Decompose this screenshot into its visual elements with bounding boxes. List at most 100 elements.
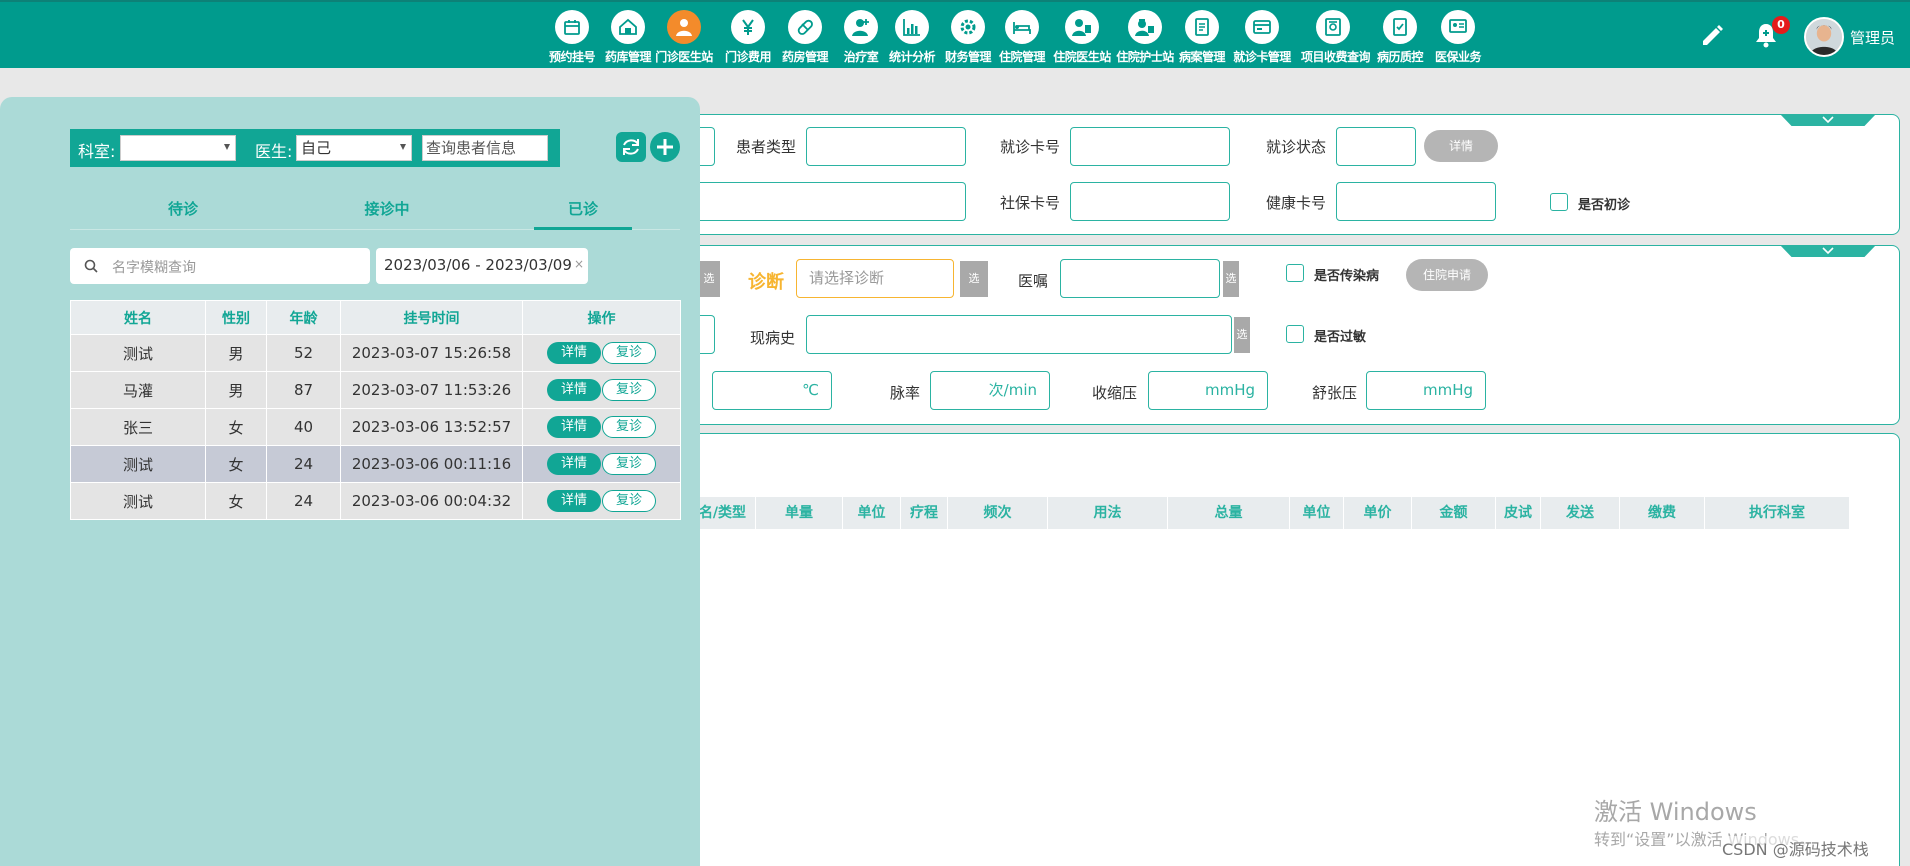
nav-item-13[interactable]: 项目收费查询 xyxy=(1301,8,1371,68)
row-actions: 详情 复诊 xyxy=(547,490,656,512)
table-row[interactable]: 张三女 40 2023-03-06 13:52:57 详情 复诊 xyxy=(70,408,681,446)
rx-column-header: 单价 xyxy=(1344,497,1412,529)
infectious-checkbox[interactable] xyxy=(1286,264,1304,282)
rx-column-header: 皮试 xyxy=(1496,497,1541,529)
avatar[interactable] xyxy=(1804,17,1844,57)
dept-select[interactable] xyxy=(120,135,236,161)
nav-item-12[interactable]: 就诊卡管理 xyxy=(1230,8,1294,68)
patient-age-cell: 52 xyxy=(266,334,341,372)
diagnosis-collapse-tab[interactable] xyxy=(1780,245,1876,257)
patient-query-input[interactable]: 查询患者信息 xyxy=(422,135,548,161)
systolic-input[interactable]: mmHg xyxy=(1148,371,1268,410)
refresh-button[interactable] xyxy=(616,132,646,162)
pulse-input[interactable]: 次/min xyxy=(930,371,1050,410)
patient-info-collapse-tab[interactable] xyxy=(1780,114,1876,126)
diagnosis-select-button[interactable]: 选 xyxy=(960,261,988,297)
patient-type-label: 患者类型 xyxy=(736,138,797,156)
nav-item-0[interactable]: 预约挂号 xyxy=(540,8,604,68)
nav-item-2[interactable]: 门诊医生站 xyxy=(652,8,716,68)
present-history-input[interactable] xyxy=(806,315,1232,354)
nav-item-10[interactable]: 住院护士站 xyxy=(1113,8,1177,68)
tab-2[interactable]: 已诊 xyxy=(534,192,632,230)
patient-age-cell: 40 xyxy=(266,408,341,446)
revisit-button[interactable]: 复诊 xyxy=(602,379,656,401)
table-row[interactable]: 测试男 52 2023-03-07 15:26:58 详情 复诊 xyxy=(70,334,681,372)
detail-button[interactable]: 详情 xyxy=(547,453,601,475)
nav-item-6[interactable]: 统计分析 xyxy=(880,8,944,68)
doctor-select-value: 自己 xyxy=(301,139,332,157)
diastolic-label: 舒张压 xyxy=(1312,384,1358,402)
allergy-checkbox[interactable] xyxy=(1286,325,1304,343)
order-input[interactable] xyxy=(1060,259,1220,298)
patient-table-header: 姓名 xyxy=(70,300,206,335)
pencil-icon[interactable] xyxy=(1700,24,1724,48)
top-nav-bar: 预约挂号 药库管理 门诊医生站 门诊费用 药房管理 治疗室 统计分析 财务管理 住院管理 住院医生… xyxy=(0,0,1910,68)
doctor-label: 医生: xyxy=(255,142,293,161)
nav-item-4[interactable]: 药房管理 xyxy=(773,8,837,68)
row-actions: 详情 复诊 xyxy=(547,342,656,364)
patient-actions-cell: 详情 复诊 xyxy=(522,371,681,409)
insurance-icon xyxy=(1441,10,1475,44)
prescription-table-header: 名/类型 单量 单位 疗程 频次 用法 总量 单位 单价 金额 皮试 发送 缴费 执行科室 xyxy=(690,497,1850,529)
table-row[interactable]: 测试女 24 2023-03-06 00:11:16 详情 复诊 xyxy=(70,445,681,483)
card-no-input[interactable] xyxy=(1070,127,1230,166)
rx-column-header: 执行科室 xyxy=(1705,497,1850,529)
nav-item-11[interactable]: 病案管理 xyxy=(1170,8,1234,68)
nav-item-9[interactable]: 住院医生站 xyxy=(1050,8,1114,68)
tab-0[interactable]: 待诊 xyxy=(134,192,232,230)
gear-icon xyxy=(951,10,985,44)
revisit-button[interactable]: 复诊 xyxy=(602,453,656,475)
revisit-button[interactable]: 复诊 xyxy=(602,416,656,438)
detail-button[interactable]: 详情 xyxy=(547,490,601,512)
nav-item-label: 就诊卡管理 xyxy=(1233,50,1291,64)
tab-1[interactable]: 接诊中 xyxy=(338,192,436,230)
left-select-button[interactable]: 选 xyxy=(698,261,720,297)
nav-item-label: 医保业务 xyxy=(1434,50,1482,64)
detail-button[interactable]: 详情 xyxy=(547,379,601,401)
detail-button[interactable]: 详情 xyxy=(1424,130,1498,162)
present-history-label: 现病史 xyxy=(750,329,796,347)
systolic-label: 收缩压 xyxy=(1092,384,1138,402)
patient-gender-cell: 男 xyxy=(205,371,267,409)
left-partial-input-2[interactable] xyxy=(690,182,966,221)
table-row[interactable]: 测试女 24 2023-03-06 00:04:32 详情 复诊 xyxy=(70,482,681,520)
date-range-picker[interactable]: 2023/03/06 - 2023/03/09 × xyxy=(376,248,588,284)
first-visit-checkbox[interactable] xyxy=(1550,193,1568,211)
nav-item-label: 药库管理 xyxy=(604,50,652,64)
table-row[interactable]: 马灌男 87 2023-03-07 11:53:26 详情 复诊 xyxy=(70,371,681,409)
add-patient-button[interactable] xyxy=(650,132,680,162)
treatment-icon xyxy=(844,10,878,44)
detail-button[interactable]: 详情 xyxy=(547,416,601,438)
patient-time-cell: 2023-03-07 15:26:58 xyxy=(340,334,523,372)
clear-date-icon[interactable]: × xyxy=(574,257,584,271)
nav-item-label: 统计分析 xyxy=(888,50,936,64)
visit-status-input[interactable] xyxy=(1336,127,1416,166)
nav-item-8[interactable]: 住院管理 xyxy=(990,8,1054,68)
name-search-placeholder: 名字模糊查询 xyxy=(112,260,196,276)
social-card-input[interactable] xyxy=(1070,182,1230,221)
allergy-label: 是否过敏 xyxy=(1314,330,1367,345)
nav-item-1[interactable]: 药库管理 xyxy=(596,8,660,68)
nav-item-label: 项目收费查询 xyxy=(1301,50,1371,64)
diastolic-input[interactable]: mmHg xyxy=(1366,371,1486,410)
patient-actions-cell: 详情 复诊 xyxy=(522,334,681,372)
diagnosis-input[interactable]: 请选择诊断 xyxy=(796,259,954,298)
detail-button[interactable]: 详情 xyxy=(547,342,601,364)
doctor-select[interactable]: 自己 xyxy=(296,135,412,161)
revisit-button[interactable]: 复诊 xyxy=(602,490,656,512)
order-select-button[interactable]: 选 xyxy=(1223,261,1239,297)
nav-item-14[interactable]: 病历质控 xyxy=(1368,8,1432,68)
name-search-input[interactable]: 名字模糊查询 xyxy=(70,248,370,284)
warehouse-icon xyxy=(611,10,645,44)
patient-age-cell: 87 xyxy=(266,371,341,409)
nav-item-15[interactable]: 医保业务 xyxy=(1426,8,1490,68)
user-name[interactable]: 管理员 xyxy=(1850,27,1895,48)
revisit-button[interactable]: 复诊 xyxy=(602,342,656,364)
health-card-input[interactable] xyxy=(1336,182,1496,221)
admission-request-button[interactable]: 住院申请 xyxy=(1406,259,1488,291)
temperature-input[interactable]: ℃ xyxy=(712,371,832,410)
nav-item-3[interactable]: 门诊费用 xyxy=(716,8,780,68)
history-select-button[interactable]: 选 xyxy=(1234,317,1250,353)
patient-table-header: 年龄 xyxy=(266,300,341,335)
patient-type-input[interactable] xyxy=(806,127,966,166)
